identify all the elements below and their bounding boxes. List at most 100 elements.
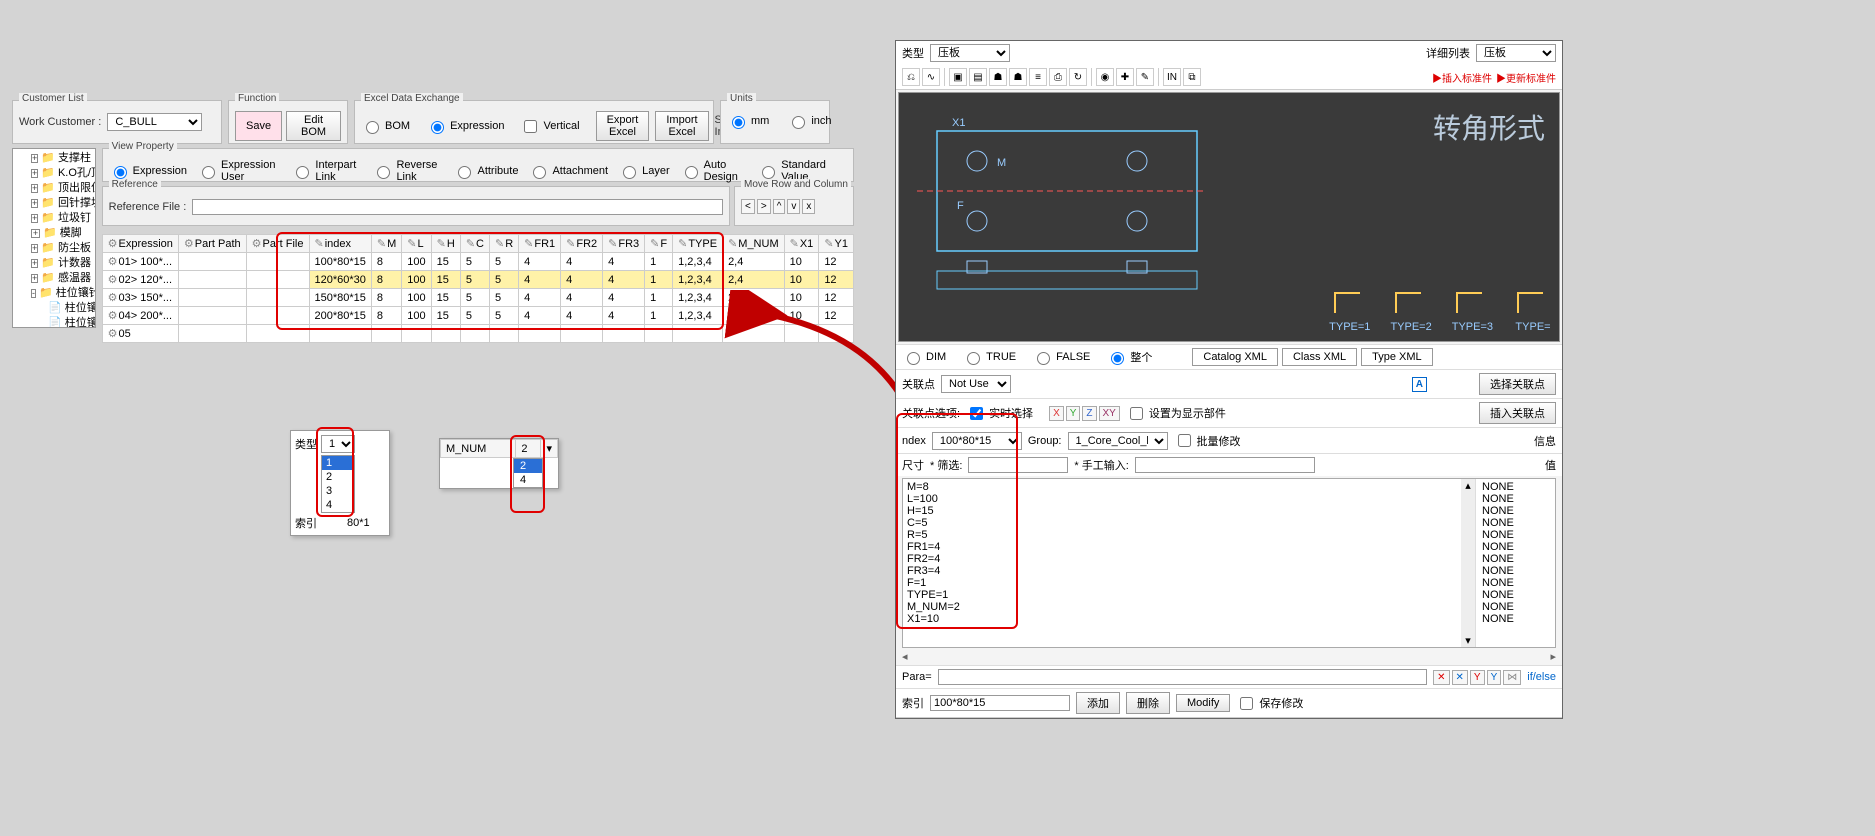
param-row[interactable]: TYPE=1 bbox=[907, 589, 1457, 601]
table-row[interactable]: ⚙04> 200*...200*80*158100155544411,2,3,4… bbox=[102, 307, 853, 325]
table-row[interactable]: ⚙05 bbox=[102, 325, 853, 343]
false-radio[interactable]: FALSE bbox=[1032, 349, 1090, 365]
hscroll-left-icon[interactable]: ◂ bbox=[902, 650, 908, 663]
view-opt-attachment[interactable]: Attachment bbox=[528, 159, 608, 183]
icon-3[interactable]: ▣ bbox=[949, 68, 967, 86]
import-excel-button[interactable]: Import Excel bbox=[655, 111, 708, 141]
delete-button[interactable]: 删除 bbox=[1126, 692, 1170, 714]
tree-item[interactable]: +📁防尘板 bbox=[31, 241, 91, 256]
dropdown-option[interactable]: 2 bbox=[322, 470, 354, 484]
col-header[interactable]: ✎C bbox=[460, 235, 489, 253]
view-opt-reverse-link[interactable]: Reverse Link bbox=[372, 159, 443, 183]
tree-item[interactable]: +📁垃圾钉 bbox=[31, 211, 91, 226]
col-header[interactable]: ✎X1 bbox=[784, 235, 819, 253]
insert-assoc-button[interactable]: 插入关联点 bbox=[1479, 402, 1556, 424]
set-display-part-check[interactable]: 设置为显示部件 bbox=[1126, 404, 1226, 423]
icon-6[interactable]: ☗ bbox=[1009, 68, 1027, 86]
tree-item[interactable]: +📁感温器 bbox=[31, 271, 91, 286]
col-header[interactable]: ⚙Part File bbox=[246, 235, 309, 253]
move-btn[interactable]: ^ bbox=[773, 199, 786, 214]
bottom-index-input[interactable] bbox=[930, 695, 1070, 711]
ndex-select[interactable]: 100*80*15 bbox=[932, 432, 1022, 450]
y-red-icon[interactable]: Y bbox=[1470, 670, 1485, 685]
update-std-link[interactable]: ▶更新标准件 bbox=[1496, 70, 1556, 85]
table-row[interactable]: ⚙03> 150*...150*80*158100155544411,2,3,4… bbox=[102, 289, 853, 307]
expression-radio[interactable]: Expression bbox=[426, 118, 504, 134]
icon-7[interactable]: ≡ bbox=[1029, 68, 1047, 86]
icon-8[interactable]: ⎙ bbox=[1049, 68, 1067, 86]
add-button[interactable]: 添加 bbox=[1076, 692, 1120, 714]
modify-button[interactable]: Modify bbox=[1176, 694, 1230, 712]
param-row[interactable]: C=5 bbox=[907, 517, 1457, 529]
rtype-select[interactable]: 压板 bbox=[930, 44, 1010, 62]
view-opt-interpart-link[interactable]: Interpart Link bbox=[291, 159, 362, 183]
icon-10[interactable]: ◉ bbox=[1096, 68, 1114, 86]
export-excel-button[interactable]: Export Excel bbox=[596, 111, 650, 141]
bom-radio[interactable]: BOM bbox=[361, 118, 410, 134]
select-assoc-button[interactable]: 选择关联点 bbox=[1479, 373, 1556, 395]
dropdown-option[interactable]: 2 bbox=[514, 459, 542, 473]
xml-tab[interactable]: Catalog XML bbox=[1192, 348, 1278, 366]
batch-modify-check[interactable]: 批量修改 bbox=[1174, 431, 1241, 450]
param-row[interactable]: M_NUM=2 bbox=[907, 601, 1457, 613]
dropdown-option[interactable]: 4 bbox=[322, 498, 354, 512]
tree-item[interactable]: +📁支撑柱 bbox=[31, 151, 91, 166]
icon-4[interactable]: ▤ bbox=[969, 68, 987, 86]
dropdown-option[interactable]: 1 bbox=[322, 456, 354, 470]
scroll-up-icon[interactable]: ▴ bbox=[1465, 479, 1471, 492]
icon-2[interactable]: ∿ bbox=[922, 68, 940, 86]
param-row[interactable]: R=5 bbox=[907, 529, 1457, 541]
col-header[interactable]: ✎M_NUM bbox=[723, 235, 785, 253]
axis-btn-xy[interactable]: XY bbox=[1099, 406, 1120, 421]
save-modify-check[interactable]: 保存修改 bbox=[1236, 694, 1303, 713]
col-header[interactable]: ⚙Part Path bbox=[178, 235, 246, 253]
vertical-check[interactable]: Vertical bbox=[520, 117, 579, 136]
tree-item[interactable]: +📁顶出限位块 bbox=[31, 181, 91, 196]
icon-in[interactable]: IN bbox=[1163, 68, 1181, 86]
parameter-list[interactable]: M=8L=100H=15C=5R=5FR1=4FR2=4FR3=4F=1TYPE… bbox=[902, 478, 1556, 648]
table-row[interactable]: ⚙02> 120*...120*60*308100155544411,2,3,4… bbox=[102, 271, 853, 289]
axis-btn-z[interactable]: Z bbox=[1082, 406, 1096, 421]
icon-9[interactable]: ↻ bbox=[1069, 68, 1087, 86]
param-row[interactable]: FR2=4 bbox=[907, 553, 1457, 565]
move-btn[interactable]: x bbox=[802, 199, 815, 214]
param-row[interactable]: FR3=4 bbox=[907, 565, 1457, 577]
icon-13[interactable]: ⧉ bbox=[1183, 68, 1201, 86]
hscroll-right-icon[interactable]: ▸ bbox=[1550, 650, 1556, 663]
col-header[interactable]: ✎R bbox=[489, 235, 518, 253]
table-row[interactable]: ⚙01> 100*...100*80*158100155544411,2,3,4… bbox=[102, 253, 853, 271]
edit-bom-button[interactable]: Edit BOM bbox=[286, 111, 341, 141]
manual-input[interactable] bbox=[1135, 457, 1315, 473]
icon-1[interactable]: ⎌ bbox=[902, 68, 920, 86]
expression-table[interactable]: ⚙Expression⚙Part Path⚙Part File✎index✎M✎… bbox=[102, 234, 854, 343]
tree-item[interactable]: +📁回针撑块 bbox=[31, 196, 91, 211]
assoc-point-select[interactable]: Not Use bbox=[941, 375, 1011, 393]
x-red-icon[interactable]: ✕ bbox=[1433, 670, 1449, 685]
col-header[interactable]: ✎Y1 bbox=[819, 235, 854, 253]
col-header[interactable]: ✎index bbox=[309, 235, 371, 253]
work-customer-select[interactable]: C_BULL bbox=[107, 113, 202, 131]
xml-tab[interactable]: Class XML bbox=[1282, 348, 1357, 366]
col-header[interactable]: ⚙Expression bbox=[102, 235, 178, 253]
part-tree[interactable]: +📁支撑柱+📁K.O孔/顶框+📁顶出限位块+📁回针撑块+📁垃圾钉+📁模脚+📁防尘… bbox=[12, 148, 96, 328]
view-opt-auto-design[interactable]: Auto Design bbox=[680, 159, 748, 183]
tree-item[interactable]: +📁模脚 bbox=[31, 226, 91, 241]
detail-list-select[interactable]: 压板 bbox=[1476, 44, 1556, 62]
insert-std-link[interactable]: ▶插入标准件 bbox=[1432, 70, 1492, 85]
reference-file-input[interactable] bbox=[192, 199, 723, 215]
col-header[interactable]: ✎FR1 bbox=[519, 235, 561, 253]
axis-btn-y[interactable]: Y bbox=[1066, 406, 1081, 421]
view-opt-expression-user[interactable]: Expression User bbox=[197, 159, 281, 183]
tree-item[interactable]: +📁K.O孔/顶框 bbox=[31, 166, 91, 181]
col-header[interactable]: ✎L bbox=[402, 235, 431, 253]
col-header[interactable]: ✎FR3 bbox=[603, 235, 645, 253]
move-btn[interactable]: v bbox=[787, 199, 800, 214]
icon-5[interactable]: ☗ bbox=[989, 68, 1007, 86]
tree-item[interactable]: -📁柱位镶针 bbox=[31, 286, 91, 301]
param-row[interactable]: L=100 bbox=[907, 493, 1457, 505]
dropdown-option[interactable]: 3 bbox=[322, 484, 354, 498]
param-row[interactable]: F=1 bbox=[907, 577, 1457, 589]
type-select[interactable]: 1 bbox=[321, 435, 355, 453]
axis-btn-x[interactable]: X bbox=[1049, 406, 1064, 421]
param-row[interactable]: FR1=4 bbox=[907, 541, 1457, 553]
